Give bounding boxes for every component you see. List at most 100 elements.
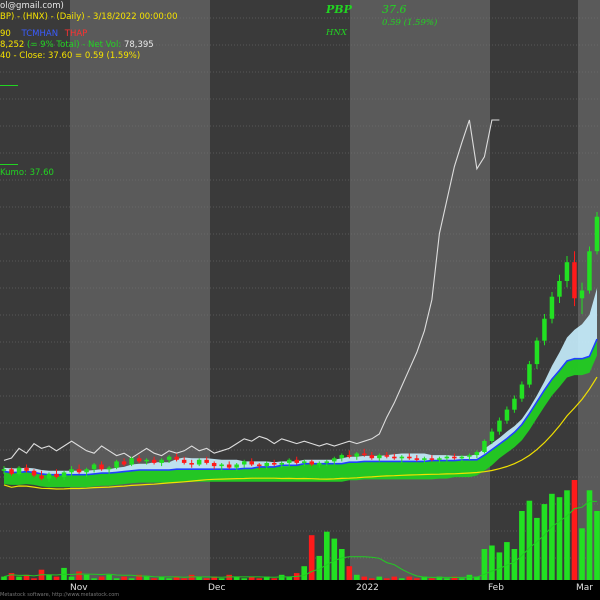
candle-body — [144, 459, 149, 462]
candle-body — [16, 467, 22, 474]
candle-body — [287, 459, 292, 463]
candle-body — [444, 456, 450, 459]
volume-bar — [331, 538, 338, 580]
candle-body — [504, 409, 510, 421]
candle-body — [76, 469, 82, 473]
candle-body — [594, 216, 600, 252]
volume-bar — [308, 535, 315, 580]
volume-bar — [489, 545, 495, 580]
candle-body — [332, 458, 337, 462]
candle-body — [519, 384, 525, 399]
candle-body — [377, 455, 382, 459]
candle-body — [392, 456, 397, 459]
header-line4: 40 - Close: 37.60 = 0.59 (1.59%) — [0, 51, 140, 62]
volume-bar — [571, 480, 578, 580]
ticker-change: 0.59 (1.59%) — [382, 18, 438, 28]
volume-bar — [519, 511, 525, 580]
volume-bar — [91, 578, 97, 580]
candle-body — [489, 431, 495, 441]
x-label-dec: Dec — [208, 583, 226, 593]
candle-body — [437, 458, 442, 460]
volume-bar — [68, 576, 75, 580]
header-line2-prefix: 90 — [0, 29, 11, 39]
header-line2: 90 TCMHAN THAP — [0, 29, 87, 40]
volume-bar — [166, 578, 172, 580]
volume-bar — [76, 571, 82, 580]
volume-bar — [444, 578, 450, 580]
candle-body — [572, 262, 577, 299]
candle-body — [399, 456, 405, 459]
volume-bar — [31, 578, 37, 580]
candle-body — [264, 463, 269, 467]
volume-bar — [369, 578, 375, 580]
header-line4-prefix: 40 — [0, 51, 11, 61]
volume-bar — [256, 578, 262, 580]
month-band-1 — [70, 0, 210, 580]
candle-body — [84, 469, 89, 473]
candle-body — [1, 469, 7, 471]
candle-body — [46, 473, 52, 479]
volume-bar — [511, 549, 518, 580]
volume-bar — [106, 574, 112, 580]
candle-body — [226, 464, 232, 468]
volume-bar — [384, 578, 390, 580]
candle-body — [452, 456, 457, 459]
header-line3-b: (= 9% Total) — [27, 40, 80, 50]
ticker-symbol: PBP — [326, 3, 352, 16]
volume-bar — [8, 573, 15, 580]
candle-body — [91, 464, 97, 470]
candle-body — [159, 459, 164, 463]
metastock-chart-window: ol@gmail.com) BP) - (HNX) - (Daily) - 3/… — [0, 0, 600, 600]
header-line3-c: - Net Vol: — [82, 40, 122, 50]
kumo-label: Kumo: 37.60 — [0, 168, 54, 178]
candle-body — [272, 463, 277, 465]
candle-body — [459, 456, 465, 459]
volume-bar — [46, 574, 52, 580]
candle-body — [151, 459, 157, 463]
candle-body — [106, 467, 112, 470]
volume-bar — [496, 552, 503, 580]
candle-body — [347, 455, 352, 457]
volume-bar — [121, 576, 127, 580]
candle-body — [302, 461, 307, 463]
candle-body — [362, 453, 367, 456]
candle-body — [564, 262, 570, 281]
candle-body — [542, 318, 547, 341]
volume-bar — [579, 528, 585, 580]
header-line4-close: - Close: 37.60 = 0.59 (1.59%) — [13, 51, 141, 61]
volume-bar — [459, 578, 465, 580]
x-label-mar: Mar — [576, 583, 593, 593]
legend-segment-1 — [0, 75, 18, 94]
volume-bar — [549, 493, 555, 580]
price-chart[interactable] — [0, 0, 600, 600]
volume-bar — [98, 576, 105, 580]
volume-bar — [241, 578, 247, 580]
volume-bar — [594, 511, 600, 580]
candle-body — [196, 459, 202, 465]
candle-body — [467, 455, 472, 457]
volume-bar — [218, 578, 225, 580]
candle-body — [384, 455, 390, 457]
candle-body — [174, 456, 179, 460]
header-title: BP) - (HNX) - (Daily) - 3/18/2022 00:00:… — [0, 12, 178, 22]
x-label-feb: Feb — [488, 583, 504, 593]
candle-body — [339, 455, 344, 459]
candle-body — [211, 463, 217, 467]
candle-body — [587, 251, 592, 291]
month-band-2 — [210, 0, 350, 580]
volume-bar — [391, 576, 398, 580]
candle-body — [497, 420, 502, 432]
volume-bar — [128, 578, 135, 580]
candle-body — [54, 473, 59, 477]
header-line2-red: THAP — [64, 29, 88, 39]
volume-bar — [143, 576, 150, 580]
candle-body — [482, 441, 487, 452]
volume-bar — [586, 490, 593, 580]
volume-bar — [151, 578, 157, 580]
volume-bar — [564, 490, 570, 580]
candle-body — [534, 340, 540, 365]
volume-bar — [83, 574, 90, 580]
candle-body — [414, 458, 420, 460]
candle-body — [189, 463, 194, 465]
candle-body — [166, 456, 172, 460]
